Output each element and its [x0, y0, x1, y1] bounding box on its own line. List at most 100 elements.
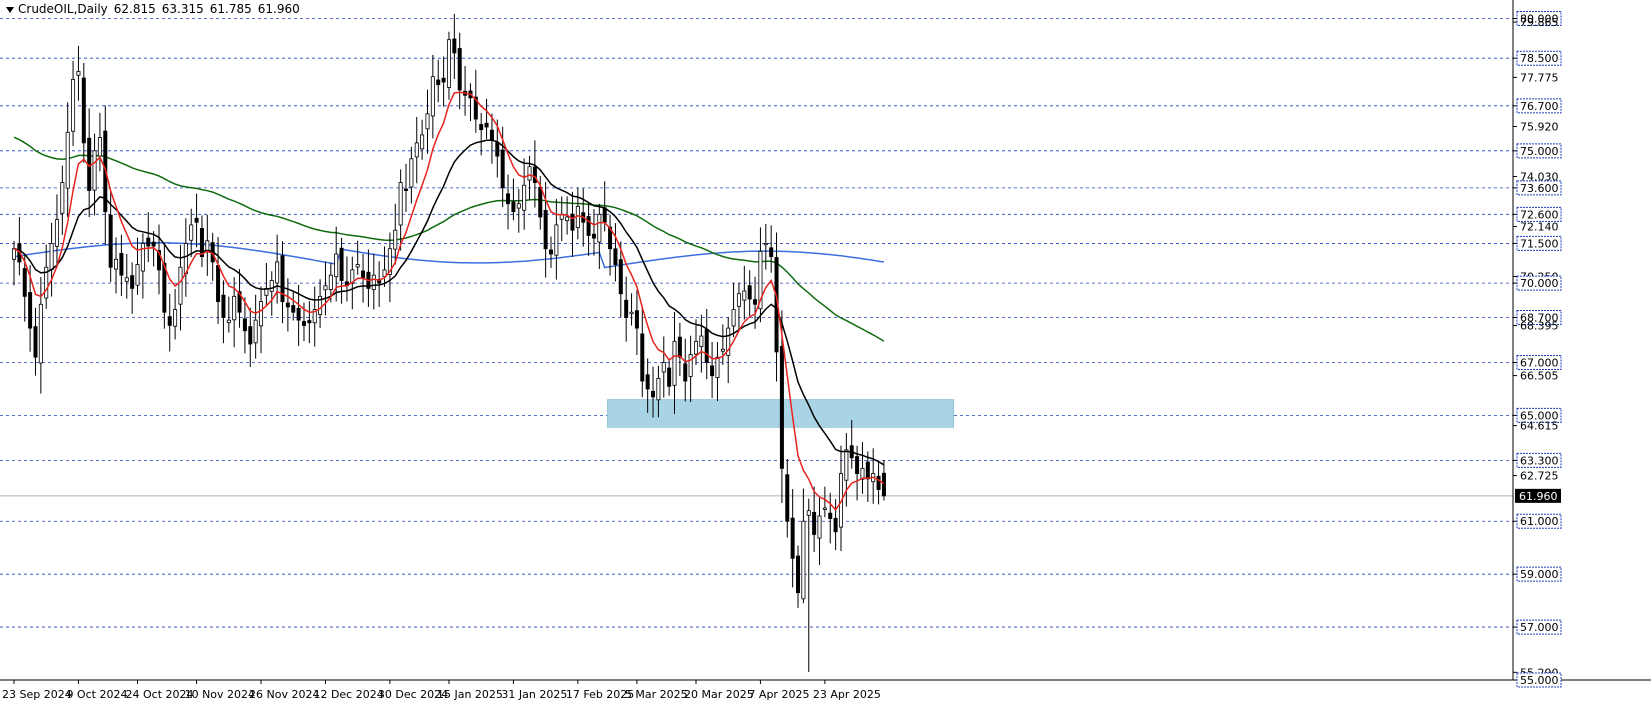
candle-body-up [806, 510, 811, 516]
candle-body-up [275, 261, 280, 284]
candle-body-up [205, 240, 210, 252]
price-label: 62.725 [1520, 470, 1559, 483]
close-value: 61.960 [257, 2, 300, 16]
candle-body-up [259, 301, 264, 327]
candle-body-down [146, 237, 151, 247]
candle-body-up [71, 78, 76, 132]
candle-body-up [565, 216, 570, 222]
candle-body-down [81, 77, 86, 144]
candle-body-down [307, 320, 312, 324]
candle-body-down [532, 166, 537, 183]
candle-body-down [361, 270, 366, 279]
candle-body-down [790, 517, 795, 559]
candle-body-up [323, 285, 328, 291]
candle-body-up [135, 264, 140, 286]
candle-body-up [554, 224, 559, 256]
price-label: 78.500 [1520, 52, 1559, 65]
candle-body-up [817, 515, 822, 539]
candle-body-down [677, 336, 682, 358]
candle-body-down [511, 201, 516, 213]
candle-body-down [194, 217, 199, 223]
candle-body-up [822, 507, 827, 510]
candle-body-up [688, 354, 693, 377]
candle-body-up [371, 274, 376, 290]
candle-body-down [667, 367, 672, 387]
price-label: 77.775 [1520, 71, 1559, 84]
price-label: 68.395 [1520, 320, 1559, 333]
candle-body-down [796, 555, 801, 594]
candle-body-down [167, 316, 172, 326]
high-value: 63.315 [161, 2, 204, 16]
price-label: 72.600 [1520, 208, 1559, 221]
candle-body-down [339, 247, 344, 281]
candle-body-down [543, 209, 548, 250]
candle-body-up [672, 340, 677, 386]
candle-body-down [881, 472, 886, 497]
candle-body-up [49, 243, 54, 271]
price-label: 72.140 [1520, 220, 1559, 233]
candle-body-down [624, 299, 629, 318]
candle-body-up [124, 277, 129, 282]
candle-body-up [661, 362, 666, 373]
candle-body-up [731, 309, 736, 327]
candle-body-down [296, 307, 301, 321]
current-price-label: 61.960 [1519, 490, 1558, 503]
candle-body-up [527, 166, 532, 181]
dropdown-arrow-icon[interactable] [6, 6, 14, 13]
date-label: 5 Mar 2025 [625, 688, 688, 701]
candle-body-down [479, 124, 484, 131]
price-label: 76.700 [1520, 100, 1559, 113]
candle-body-down [683, 363, 688, 382]
candle-body-up [253, 319, 258, 344]
candle-body-up [715, 356, 720, 379]
candle-body-down [645, 374, 650, 390]
candle-body-up [420, 134, 425, 150]
candle-body-up [430, 76, 435, 117]
candle-body-up [140, 243, 145, 272]
candle-body-down [489, 129, 494, 141]
candle-body-up [699, 335, 704, 347]
candle-body-down [865, 461, 870, 480]
candle-body-up [76, 71, 81, 76]
low-value: 61.785 [209, 2, 252, 16]
candle-body-down [591, 233, 596, 239]
candle-body-down [457, 48, 462, 91]
candle-body-up [60, 182, 65, 214]
candle-body-down [779, 346, 784, 469]
candle-body-up [173, 309, 178, 327]
date-label: 23 Apr 2025 [813, 688, 881, 701]
candle-body-up [11, 248, 16, 260]
candle-body-down [301, 321, 306, 326]
candle-body-up [629, 311, 634, 315]
candle-body-up [183, 243, 188, 275]
candle-body-down [710, 365, 715, 377]
candle-body-up [269, 280, 274, 292]
candle-body-down [484, 122, 489, 128]
candle-body-up [414, 142, 419, 158]
candle-body-up [92, 150, 97, 191]
candle-body-up [328, 274, 333, 290]
candle-body-up [226, 319, 231, 324]
candle-body-down [216, 265, 221, 303]
date-label: 20 Mar 2025 [684, 688, 754, 701]
candle-body-up [409, 158, 414, 188]
candle-body-up [355, 264, 360, 268]
candle-body-up [232, 295, 237, 321]
candle-body-up [736, 293, 741, 307]
candle-body-down [162, 262, 167, 313]
candle-body-down [570, 213, 575, 231]
candle-body-up [334, 253, 339, 278]
candle-body-down [785, 474, 790, 522]
price-label: 64.615 [1520, 420, 1559, 433]
candle-body-down [506, 193, 511, 205]
candle-body-down [586, 216, 591, 236]
candle-body-down [549, 249, 554, 255]
candle-body-down [242, 318, 247, 332]
candle-body-up [597, 213, 602, 243]
price-label: 57.000 [1520, 621, 1559, 634]
price-label: 75.000 [1520, 145, 1559, 158]
price-label: 73.600 [1520, 182, 1559, 195]
price-label: 67.000 [1520, 356, 1559, 369]
candle-body-up [446, 39, 451, 88]
price-chart[interactable]: 80.00079.86578.50077.77576.70075.92075.0… [0, 0, 1651, 707]
